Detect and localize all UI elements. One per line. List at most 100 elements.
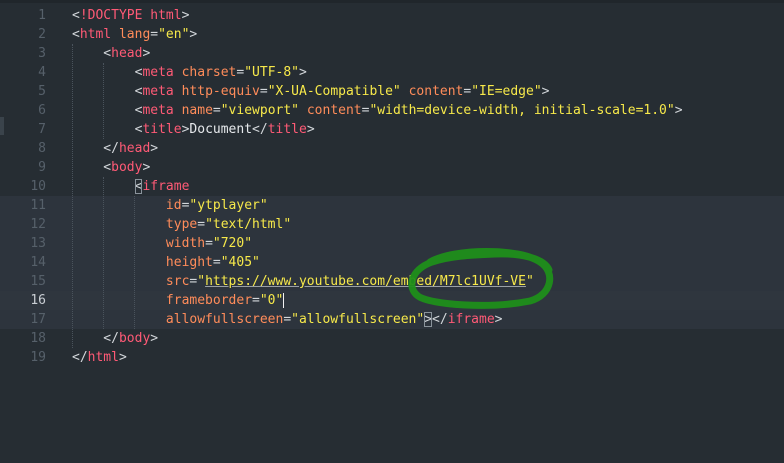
code-token: > (674, 103, 683, 118)
tab-strip-edge (0, 0, 784, 3)
line-number: 11 (30, 198, 46, 213)
code-token: html (87, 350, 119, 365)
code-token: body (111, 160, 143, 175)
code-token: = (212, 103, 221, 118)
line-number: 8 (38, 141, 46, 156)
code-line[interactable]: 6 <meta name="viewport" content="width=d… (0, 101, 784, 120)
code-text: id="ytplayer" (72, 196, 268, 215)
code-token: = (283, 312, 292, 327)
code-token: "IE=edge" (471, 84, 542, 99)
code-text: <body> (72, 158, 150, 177)
code-token: meta (142, 84, 174, 99)
code-token: > (150, 331, 159, 346)
code-line[interactable]: 15 src="https://www.youtube.com/embed/M7… (0, 272, 784, 291)
code-token: html (79, 27, 112, 42)
code-line[interactable]: 3 <head> (0, 44, 784, 63)
code-line[interactable]: 11 id="ytplayer" (0, 196, 784, 215)
code-text: <head> (72, 44, 150, 63)
code-line[interactable]: 2 <html lang="en"> (0, 25, 784, 44)
code-token: </ (72, 350, 88, 365)
code-token: > (494, 312, 503, 327)
code-token: name (181, 103, 213, 118)
code-token: content (408, 84, 464, 99)
code-text: allowfullscreen="allowfullscreen"></ifra… (72, 310, 503, 329)
code-token: charset (181, 65, 237, 80)
code-token: "en" (158, 27, 190, 42)
code-token: iframe (447, 312, 495, 327)
code-token: "X-UA-Compatible" (267, 84, 401, 99)
code-text: <html lang="en"> (72, 25, 197, 44)
code-line[interactable]: 16 frameborder="0" (0, 291, 784, 310)
code-text: <meta charset="UTF-8"> (72, 63, 307, 82)
code-token: title (267, 122, 307, 137)
code-token: type (165, 217, 198, 232)
code-token: " (197, 274, 206, 289)
indent-guide (103, 63, 105, 139)
code-token: content (306, 103, 362, 118)
code-editor[interactable]: 1 <!DOCTYPE html> 2 <html lang="en"> 3 <head… (0, 0, 784, 463)
line-number: 7 (38, 122, 46, 137)
code-token: > (142, 160, 151, 175)
code-token: = (197, 217, 206, 232)
line-number: 12 (30, 217, 46, 232)
code-text: </body> (72, 329, 158, 348)
line-number: 9 (38, 160, 46, 175)
code-line[interactable]: 8 </head> (0, 139, 784, 158)
code-token: </ (432, 312, 448, 327)
code-token: "viewport" (220, 103, 300, 118)
line-number: 13 (30, 236, 46, 251)
code-line[interactable]: 13 width="720" (0, 234, 784, 253)
code-token: lang (118, 27, 151, 42)
code-token: = (205, 236, 213, 251)
code-line[interactable]: 1 <!DOCTYPE html> (0, 6, 784, 25)
code-token: https://www.youtube.com/embed/M7lc1UVf-V… (205, 274, 526, 289)
line-number: 3 (38, 46, 46, 61)
code-line[interactable]: 17 allowfullscreen="allowfullscreen"></i… (0, 310, 784, 329)
code-text: </head> (72, 139, 158, 158)
code-token: head (118, 141, 151, 156)
code-text: </html> (72, 348, 127, 367)
code-token: < (72, 122, 143, 137)
code-token: > (142, 46, 151, 61)
code-token: </ (72, 141, 119, 156)
code-line[interactable]: 18 </body> (0, 329, 784, 348)
text-cursor (283, 293, 285, 308)
code-text: src="https://www.youtube.com/embed/M7lc1… (72, 272, 534, 291)
code-line[interactable]: 12 type="text/html" (0, 215, 784, 234)
code-token: > (424, 312, 433, 327)
code-token: id (165, 198, 182, 213)
code-line[interactable]: 4 <meta charset="UTF-8"> (0, 63, 784, 82)
code-text: <meta http-equiv="X-UA-Compatible" conte… (72, 82, 550, 101)
line-number: 5 (38, 84, 46, 99)
code-token: meta (142, 103, 174, 118)
code-token: </ (252, 122, 268, 137)
code-token: "ytplayer" (189, 198, 268, 213)
code-token: < (72, 46, 112, 61)
code-token: > (306, 122, 315, 137)
code-token: "720" (212, 236, 253, 251)
code-line[interactable]: 10 <iframe (0, 177, 784, 196)
code-line[interactable]: 9 <body> (0, 158, 784, 177)
code-line[interactable]: 7 <title>Document</title> (0, 120, 784, 139)
code-line[interactable]: 14 height="405" (0, 253, 784, 272)
code-text: <iframe (72, 177, 189, 196)
code-token: > (299, 65, 307, 80)
code-line[interactable]: 5 <meta http-equiv="X-UA-Compatible" con… (0, 82, 784, 101)
code-token: !DOCTYPE html (79, 8, 182, 23)
code-token: = (252, 293, 260, 308)
line-number: 16 (30, 293, 46, 308)
line-number: 10 (30, 179, 46, 194)
code-token: "text/html" (205, 217, 292, 232)
code-token: > (118, 350, 127, 365)
code-text: width="720" (72, 234, 252, 253)
code-line[interactable]: 19 </html> (0, 348, 784, 367)
code-token: src (165, 274, 190, 289)
